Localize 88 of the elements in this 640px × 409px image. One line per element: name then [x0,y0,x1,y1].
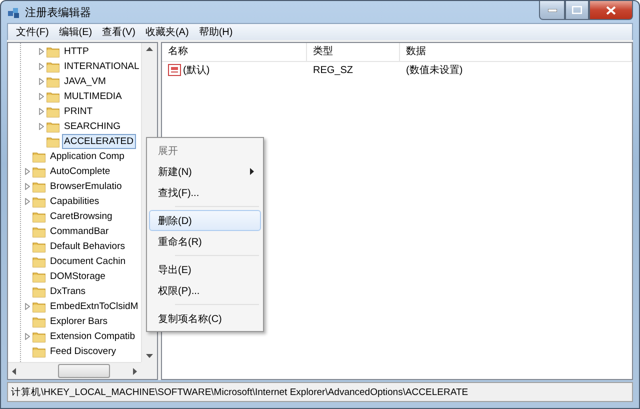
menu-item[interactable]: 收藏夹(A) [141,25,195,39]
expand-arrow-icon[interactable] [25,198,30,205]
scroll-left-icon[interactable] [12,368,16,374]
column-header[interactable]: 类型 [307,43,400,61]
registry-cubes-icon [7,5,21,19]
folder-icon [46,120,60,132]
tree-item[interactable]: Application Comp [48,149,126,164]
value-name[interactable]: (默认) [183,63,210,77]
folder-icon [32,346,46,358]
menu-item[interactable]: 文件(F) [12,25,55,39]
tree-item[interactable]: Default Behaviors [48,239,127,254]
folder-icon [32,166,46,178]
tree-item[interactable]: Capabilities [48,194,102,209]
close-icon [606,6,616,14]
context-menu-item[interactable]: 复制项名称(C) [149,308,261,329]
folder-icon [32,330,46,342]
scroll-up-icon[interactable] [146,47,153,51]
folder-icon [32,286,46,298]
tree-item[interactable]: BrowserEmulatio [48,179,124,194]
expand-arrow-icon[interactable] [39,63,44,70]
folder-icon [32,316,46,328]
context-menu-item[interactable]: 重命名(R) [149,231,261,252]
folder-icon [46,46,60,58]
close-button[interactable] [589,1,633,20]
scroll-thumb[interactable] [58,364,110,378]
maximize-button[interactable] [565,1,589,20]
expand-arrow-icon[interactable] [39,48,44,55]
minimize-button[interactable] [539,1,565,20]
context-menu-item[interactable]: 权限(P)... [149,280,261,301]
folder-icon [46,76,60,88]
folder-icon [46,106,60,118]
folder-icon [32,210,46,222]
folder-icon [32,150,46,162]
menu-item[interactable]: 帮助(H) [194,25,239,39]
tree-item[interactable]: DxTrans [48,284,88,299]
string-value-icon [168,64,181,76]
maximize-icon [572,6,582,14]
tree-item[interactable]: JAVA_VM [62,74,108,89]
window-title: 注册表编辑器 [25,6,91,20]
expand-arrow-icon[interactable] [25,183,30,190]
folder-icon [46,90,60,102]
folder-icon [32,180,46,192]
value-data: (数值未设置) [405,64,464,77]
expand-arrow-icon[interactable] [39,108,44,115]
tree-item[interactable]: MULTIMEDIA [62,89,124,104]
folder-icon [32,196,46,208]
context-menu-item[interactable]: 查找(F)... [149,182,261,203]
minimize-icon [548,8,556,12]
tree-item[interactable]: PRINT [62,104,94,119]
column-header[interactable]: 名称 [162,43,307,61]
column-header[interactable]: 数据 [400,43,632,61]
folder-icon [46,136,60,148]
tree-item[interactable]: INTERNATIONAL [62,59,141,74]
expand-arrow-icon[interactable] [25,168,30,175]
value-type: REG_SZ [312,64,354,76]
context-menu-item[interactable]: 新建(N) [149,161,261,182]
folder-icon [32,256,46,268]
tree-item[interactable]: DOMStorage [48,269,108,284]
folder-icon [32,270,46,282]
tree-item[interactable]: Explorer Bars [48,314,110,329]
folder-icon [46,60,60,72]
folder-icon [32,226,46,238]
tree-item[interactable]: AutoComplete [48,164,112,179]
status-path: 计算机\HKEY_LOCAL_MACHINE\SOFTWARE\Microsoft\Internet Explorer\AdvancedOptions\ACCELERATE [11,386,468,398]
expand-arrow-icon[interactable] [39,78,44,85]
tree-item[interactable]: Document Cachin [48,254,128,269]
menu-item[interactable]: 编辑(E) [54,25,98,39]
folder-icon [32,300,46,312]
tree-item[interactable]: HTTP [62,44,91,59]
expand-arrow-icon[interactable] [25,303,30,310]
horizontal-scrollbar[interactable] [8,362,141,379]
tree-item[interactable]: CommandBar [48,224,111,239]
tree-item[interactable]: ACCELERATED [62,134,136,149]
tree-item[interactable]: Extension Compatib [48,329,138,344]
tree-item[interactable]: SEARCHING [62,119,122,134]
tree-item[interactable]: CaretBrowsing [48,209,114,224]
tree-item[interactable]: Feed Discovery [48,344,118,359]
expand-arrow-icon[interactable] [25,333,30,340]
scroll-down-icon[interactable] [146,354,153,358]
scroll-right-icon[interactable] [133,368,137,374]
context-menu-item[interactable]: 导出(E) [149,259,261,280]
expand-arrow-icon[interactable] [39,93,44,100]
submenu-arrow-icon [250,168,254,175]
menu-item[interactable]: 查看(V) [98,25,142,39]
context-menu-item[interactable]: 删除(D) [149,210,261,231]
tree-item[interactable]: EmbedExtnToClsidM [48,299,140,314]
expand-arrow-icon[interactable] [39,123,44,130]
folder-icon [32,240,46,252]
